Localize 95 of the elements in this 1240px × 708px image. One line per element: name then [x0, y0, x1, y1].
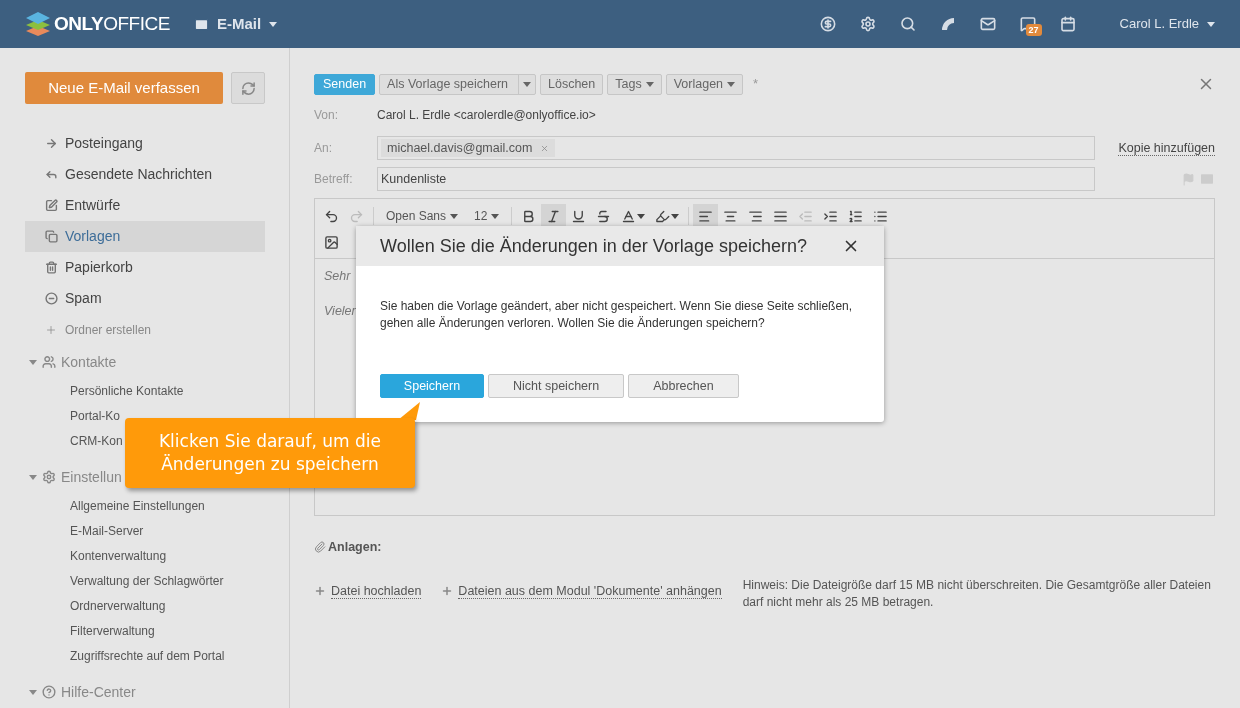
- align-left-icon: [698, 208, 714, 224]
- recipient-field[interactable]: michael.davis@gmail.com: [377, 136, 1095, 160]
- outdent-icon: [798, 208, 814, 224]
- folder-item[interactable]: Vorlagen: [25, 221, 265, 252]
- sidebar-link[interactable]: Zugriffsrechte auf dem Portal: [70, 643, 225, 668]
- sidebar-link[interactable]: Allgemeine Einstellungen: [70, 493, 205, 518]
- caret-icon: [727, 81, 736, 87]
- caret-icon: [269, 21, 278, 27]
- image-icon: [324, 234, 339, 250]
- font-select[interactable]: Open Sans: [378, 204, 467, 228]
- field-label: Betreff:: [314, 171, 354, 188]
- sidebar-link[interactable]: Persönliche Kontakte: [70, 378, 184, 403]
- minus-circle-icon: [45, 292, 58, 305]
- sidebar-link[interactable]: Filterverwaltung: [70, 618, 155, 643]
- toolbar-button[interactable]: Als Vorlage speichern: [379, 73, 536, 95]
- toolbar-button[interactable]: Vorlagen: [665, 73, 744, 95]
- dialog-button[interactable]: Abbrechen: [628, 374, 739, 398]
- undo-icon: [324, 208, 339, 224]
- italic-button[interactable]: [541, 204, 567, 228]
- help-icon: [42, 685, 56, 699]
- plus-icon: [314, 585, 326, 598]
- message-text: Sehr: [324, 268, 351, 285]
- module-menu[interactable]: E-Mail: [193, 12, 278, 36]
- indent-icon: [823, 208, 839, 224]
- caret-icon: [29, 474, 37, 480]
- subject-field[interactable]: Kundenliste: [377, 167, 1095, 191]
- caret-icon: [671, 213, 680, 219]
- unsaved-mark: *: [753, 75, 759, 94]
- plus-icon: [45, 324, 57, 336]
- trash-icon: [45, 261, 58, 274]
- field-label: An:: [314, 140, 333, 157]
- redo-icon: [349, 208, 364, 224]
- reply-icon: [45, 168, 58, 181]
- plus-icon: [441, 585, 454, 598]
- recipient-chip[interactable]: michael.davis@gmail.com: [381, 139, 556, 157]
- strikethrough-icon: [596, 208, 612, 224]
- search-icon[interactable]: [899, 16, 916, 32]
- caret-icon: [450, 213, 459, 219]
- folder-item[interactable]: Entwürfe: [25, 190, 265, 221]
- dollar-icon[interactable]: [819, 16, 836, 32]
- highlighter-icon: [655, 208, 671, 224]
- sidebar-link[interactable]: Ordnerverwaltung: [70, 593, 166, 618]
- sidebar-link[interactable]: Kontenverwaltung: [70, 543, 167, 568]
- settings-icon[interactable]: [859, 16, 876, 32]
- refresh-icon: [240, 80, 256, 96]
- folder-item[interactable]: Posteingang: [25, 128, 265, 159]
- folder-item[interactable]: Gesendete Nachrichten: [25, 159, 265, 190]
- dialog-message: Sie haben die Vorlage geändert, aber nicht gespeichert. Wenn Sie diese Seite schließen, gehen alle Änderungen verloren. Wollen Sie die Änderungen speichern?: [379, 298, 854, 332]
- dialog-title: Wollen Sie die Änderungen in der Vorlage speichern?: [380, 234, 807, 258]
- caret-icon: [523, 81, 531, 87]
- add-copy-link[interactable]: Kopie hinzufügen: [1118, 140, 1215, 156]
- logo-text: ONLYOFFICE: [54, 11, 170, 36]
- italic-icon: [546, 208, 562, 224]
- caret-icon: [491, 213, 500, 219]
- dialog-button[interactable]: Nicht speichern: [488, 374, 625, 398]
- field-label: Von:: [314, 107, 340, 124]
- sidebar-link[interactable]: CRM-Kon: [70, 428, 123, 453]
- numbered-list-icon: [848, 208, 864, 224]
- upload-link[interactable]: Datei hochladen: [314, 583, 422, 599]
- calendar-icon[interactable]: [1059, 16, 1076, 32]
- callout-text: Klicken Sie darauf, um die Änderungen zu speichern: [157, 430, 383, 476]
- settings-icon: [42, 470, 56, 484]
- logo-icon: [25, 12, 51, 36]
- underline-icon: [571, 208, 587, 224]
- align-right-icon: [748, 208, 764, 224]
- caret-icon: [1207, 21, 1215, 27]
- users-icon: [42, 355, 56, 369]
- caret-icon: [29, 359, 37, 365]
- bullet-list-icon: [873, 208, 889, 224]
- caret-icon: [645, 81, 654, 87]
- align-left-button[interactable]: [693, 204, 719, 228]
- toolbar-button[interactable]: Tags: [607, 73, 662, 95]
- attach-documents-link[interactable]: Dateien aus dem Modul 'Dokumente' anhängen: [441, 583, 722, 599]
- copy-icon: [45, 230, 58, 243]
- sidebar-link[interactable]: Portal-Ko: [70, 403, 121, 428]
- caret-icon: [637, 213, 646, 219]
- sidebar-link[interactable]: Verwaltung der Schlagwörter: [70, 568, 224, 593]
- notification-badge: 27: [1025, 24, 1042, 36]
- folder-item[interactable]: Papierkorb: [25, 252, 265, 283]
- font-color-icon: [621, 208, 637, 224]
- user-menu[interactable]: Carol L. Erdle: [1119, 14, 1215, 34]
- size-hint: Hinweis: Die Dateigröße darf 15 MB nicht überschreiten. Die Gesamtgröße aller Dateien darf nicht mehr als 25 MB betragen.: [742, 576, 1212, 611]
- attachments-label: Anlagen:: [328, 539, 382, 556]
- sidebar-link[interactable]: E-Mail-Server: [70, 518, 144, 543]
- font-size-select[interactable]: 12: [466, 204, 508, 228]
- justify-icon: [773, 208, 789, 224]
- sender-address: Carol L. Erdle <carolerdle@onlyoffice.io>: [377, 107, 596, 124]
- folder-item[interactable]: Spam: [25, 283, 265, 314]
- caret-icon: [29, 689, 37, 695]
- paperclip-icon: [314, 541, 326, 554]
- toolbar-button[interactable]: Löschen: [540, 73, 604, 95]
- message-text: Vieler: [324, 302, 356, 320]
- edit-icon: [45, 199, 58, 212]
- align-center-icon: [723, 208, 739, 224]
- arrow-icon: [45, 137, 58, 150]
